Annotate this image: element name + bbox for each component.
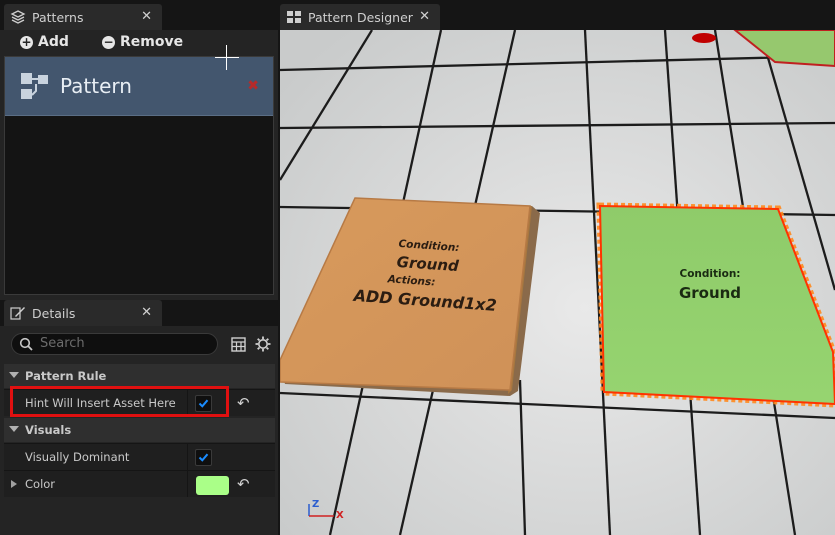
cursor-crosshair-h [215, 57, 239, 58]
remove-item-icon[interactable]: ✖ [247, 78, 259, 94]
chevron-right-icon[interactable] [11, 480, 17, 488]
property-label: Visually Dominant [25, 450, 130, 464]
category-label: Visuals [25, 423, 72, 437]
search-placeholder: Search [40, 336, 85, 351]
tab-patterns[interactable]: Patterns ✕ [4, 4, 162, 30]
add-label: Add [38, 34, 69, 50]
grid-icon [287, 11, 301, 23]
tab-label: Pattern Designer [308, 9, 413, 25]
remove-label: Remove [120, 34, 184, 50]
viewport[interactable]: Condition: Ground Actions: ADD Ground1x2… [280, 30, 835, 535]
gear-icon[interactable] [255, 336, 271, 352]
layers-icon [10, 10, 26, 24]
close-icon[interactable]: ✕ [419, 9, 430, 24]
list-item-label: Pattern [60, 74, 132, 98]
minus-icon: − [102, 34, 115, 49]
tab-pattern-designer[interactable]: Pattern Designer ✕ [280, 4, 440, 30]
close-icon[interactable]: ✕ [141, 305, 152, 320]
tab-label: Patterns [32, 9, 84, 25]
pattern-list[interactable]: Pattern ✖ [4, 56, 274, 295]
property-label: Color [25, 477, 56, 491]
checkmark-icon [198, 453, 209, 462]
reset-arrow-icon[interactable]: ↶ [237, 394, 250, 412]
close-icon[interactable]: ✕ [141, 9, 152, 24]
category-label: Pattern Rule [25, 369, 107, 383]
plus-icon: + [20, 34, 33, 49]
color-swatch[interactable] [196, 476, 229, 495]
search-icon [19, 337, 33, 351]
chevron-down-icon [9, 426, 19, 432]
category-visuals[interactable]: Visuals [4, 418, 275, 442]
axis-z-label: Z [312, 499, 320, 510]
tab-details[interactable]: Details ✕ [4, 300, 162, 326]
add-button[interactable]: + Add [20, 34, 69, 50]
remove-button[interactable]: − Remove [102, 34, 183, 50]
highlight-box [10, 386, 229, 417]
visually-dominant-checkbox[interactable] [195, 449, 212, 466]
list-item[interactable]: Pattern ✖ [5, 57, 273, 116]
cursor-crosshair-v [226, 45, 227, 70]
property-row-visually-dominant: Visually Dominant [4, 443, 275, 470]
condition-value: Ground [678, 284, 742, 302]
table-view-icon[interactable] [231, 337, 246, 352]
tab-label: Details [32, 305, 76, 321]
column-divider[interactable] [187, 471, 188, 497]
axis-x-label: X [336, 510, 344, 521]
search-input[interactable]: Search [11, 333, 218, 355]
reset-arrow-icon[interactable]: ↶ [237, 475, 250, 493]
column-divider[interactable] [187, 444, 188, 470]
condition-label: Condition: [679, 268, 741, 280]
pattern-icon [21, 73, 48, 99]
green-tile-text: Condition: Ground [650, 268, 770, 302]
pencil-icon [10, 307, 25, 320]
property-row-color: Color ↶ [4, 470, 275, 497]
chevron-down-icon [9, 372, 19, 378]
brown-tile-text: Condition: Ground Actions: ADD Ground1x2 [340, 234, 514, 316]
category-pattern-rule[interactable]: Pattern Rule [4, 364, 275, 388]
